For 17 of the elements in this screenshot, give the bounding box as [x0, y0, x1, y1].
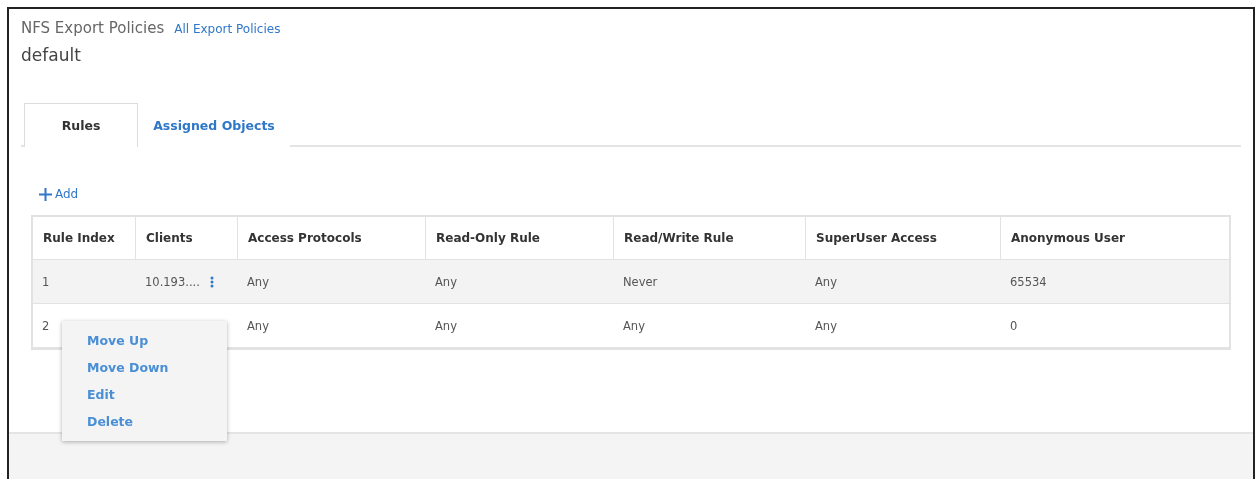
table-cell: Any: [806, 260, 1001, 304]
table-cell: Any: [426, 260, 614, 304]
menu-item[interactable]: Edit: [62, 381, 227, 408]
all-policies-link[interactable]: All Export Policies: [174, 22, 281, 36]
menu-item[interactable]: Delete: [62, 408, 227, 435]
menu-item[interactable]: Move Down: [62, 354, 227, 381]
plus-icon: [39, 187, 52, 201]
table-cell: Never: [614, 260, 806, 304]
policy-name: default: [21, 45, 82, 65]
page-title: NFS Export Policies: [21, 19, 165, 37]
table-cell: 65534: [1001, 260, 1229, 304]
tab[interactable]: Rules: [24, 103, 138, 147]
more-icon[interactable]: [209, 275, 214, 288]
table-cell: 1: [33, 260, 136, 304]
table-cell: Any: [238, 260, 426, 304]
table-cell: 10.193....: [145, 274, 200, 289]
add-button[interactable]: Add: [31, 187, 79, 201]
